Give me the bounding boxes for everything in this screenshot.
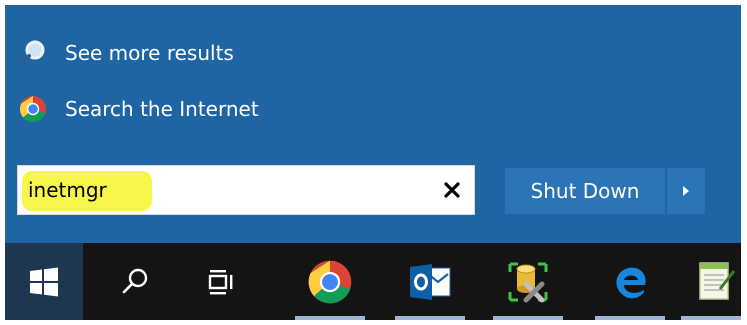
search-the-internet[interactable]: Search the Internet (17, 89, 259, 129)
task-view-button[interactable] (187, 243, 257, 320)
see-more-results[interactable]: See more results (17, 33, 234, 73)
running-indicator (295, 316, 365, 320)
taskbar-notepad[interactable] (681, 243, 741, 320)
taskbar-database-tools[interactable] (493, 243, 563, 320)
see-more-results-label: See more results (65, 41, 234, 65)
search-icon (122, 268, 148, 293)
running-indicator (681, 316, 741, 320)
chrome-icon (17, 93, 49, 125)
windows-start-icon (30, 267, 58, 296)
taskbar (5, 243, 741, 320)
start-search-panel: See more results Search the Internet ine… (5, 5, 741, 243)
search-input[interactable] (18, 166, 418, 214)
taskbar-outlook[interactable] (395, 243, 465, 320)
running-indicator (395, 316, 465, 320)
edge-icon (616, 267, 646, 298)
chrome-icon (308, 260, 352, 303)
shut-down-options-button[interactable] (667, 168, 705, 214)
close-icon (444, 182, 460, 198)
taskbar-edge[interactable] (595, 243, 665, 320)
running-indicator (493, 316, 563, 320)
notepad-icon (699, 261, 736, 300)
search-icon (17, 37, 49, 69)
running-indicator (595, 316, 665, 320)
clear-search-button[interactable] (440, 178, 464, 202)
chevron-right-icon (683, 186, 689, 196)
search-the-internet-label: Search the Internet (65, 97, 259, 121)
database-tools-icon (508, 262, 548, 302)
outlook-icon (410, 263, 451, 300)
taskbar-chrome[interactable] (295, 243, 365, 320)
search-box[interactable] (17, 165, 475, 215)
taskbar-search-button[interactable] (100, 243, 170, 320)
screenshot-frame: See more results Search the Internet ine… (5, 5, 741, 320)
shut-down-label: Shut Down (530, 179, 640, 203)
start-button[interactable] (5, 243, 83, 320)
shut-down-button[interactable]: Shut Down (505, 168, 665, 214)
task-view-icon (208, 269, 233, 294)
